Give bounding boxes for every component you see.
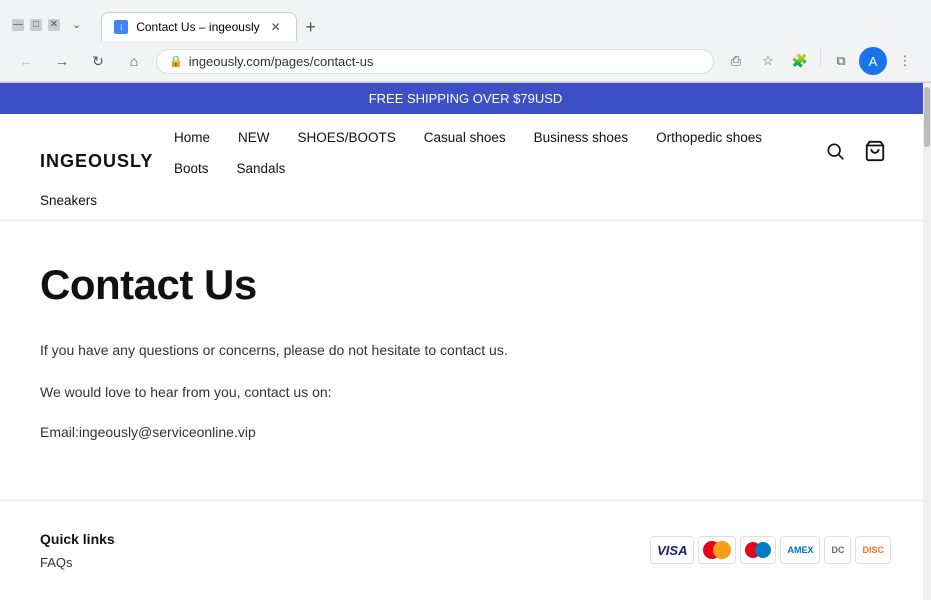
back-button[interactable]: ← [12, 47, 40, 75]
contact-paragraph-1: If you have any questions or concerns, p… [40, 339, 891, 361]
contact-email: Email:ingeously@serviceonline.vip [40, 424, 891, 440]
cart-icon [864, 140, 886, 167]
search-icon [825, 141, 845, 166]
browser-titlebar: — □ ✕ ⌄ i Contact Us – ingeously ✕ + [0, 0, 931, 41]
payment-visa: VISA [650, 536, 694, 564]
payment-amex: AMEX [780, 536, 820, 564]
site-wrapper: FREE SHIPPING OVER $79USD INGEOUSLY Home… [0, 83, 931, 600]
nav-item-home[interactable]: Home [160, 130, 224, 161]
header-icons [819, 137, 891, 185]
main-nav: Home NEW SHOES/BOOTS Casual shoes Busine… [160, 130, 819, 192]
active-tab[interactable]: i Contact Us – ingeously ✕ [101, 12, 296, 41]
nav-row2: Sneakers [40, 192, 891, 220]
home-button[interactable]: ⌂ [120, 47, 148, 75]
new-tab-button[interactable]: + [297, 13, 325, 41]
collapse-icon: ⌄ [72, 18, 81, 31]
promo-bar: FREE SHIPPING OVER $79USD [0, 83, 931, 114]
page-title: Contact Us [40, 261, 891, 309]
payment-mastercard [698, 536, 736, 564]
url-text: ingeously.com/pages/contact-us [189, 54, 701, 69]
tab-bar: i Contact Us – ingeously ✕ + [89, 12, 919, 41]
cart-button[interactable] [859, 137, 891, 169]
payment-maestro [740, 536, 776, 564]
minimize-button[interactable]: — [12, 19, 24, 31]
header-inner: INGEOUSLY Home NEW SHOES/BOOTS Casual sh… [40, 114, 891, 192]
faqs-link[interactable]: FAQs [40, 555, 115, 570]
share-button[interactable]: ⎙ [722, 47, 750, 75]
contact-paragraph-2: We would love to hear from you, contact … [40, 381, 891, 403]
browser-chrome: — □ ✕ ⌄ i Contact Us – ingeously ✕ + ← →… [0, 0, 931, 83]
split-button[interactable]: ⧉ [827, 47, 855, 75]
forward-button[interactable]: → [48, 47, 76, 75]
nav-item-new[interactable]: NEW [224, 130, 284, 161]
maximize-button[interactable]: □ [30, 19, 42, 31]
toolbar-actions: ⎙ ☆ 🧩 ⧉ A ⋮ [722, 47, 919, 75]
nav-item-sneakers[interactable]: Sneakers [40, 193, 111, 224]
main-content: Contact Us If you have any questions or … [0, 221, 931, 500]
profile-button[interactable]: A [859, 47, 887, 75]
scrollbar[interactable] [923, 83, 931, 600]
extensions-button[interactable]: 🧩 [786, 47, 814, 75]
toolbar-divider [820, 47, 821, 67]
site-header: INGEOUSLY Home NEW SHOES/BOOTS Casual sh… [0, 114, 931, 221]
search-button[interactable] [819, 137, 851, 169]
nav-item-sandals[interactable]: Sandals [223, 161, 300, 192]
close-button[interactable]: ✕ [48, 19, 60, 31]
lock-icon: 🔒 [169, 55, 183, 68]
nav-item-orthopedic-shoes[interactable]: Orthopedic shoes [642, 130, 776, 161]
browser-toolbar: ← → ↻ ⌂ 🔒 ingeously.com/pages/contact-us… [0, 41, 931, 82]
address-bar[interactable]: 🔒 ingeously.com/pages/contact-us [156, 49, 714, 74]
mc-yellow-circle [713, 541, 731, 559]
payment-icons: VISA AMEX [650, 536, 891, 564]
window-controls: — □ ✕ [12, 19, 60, 31]
more-menu-button[interactable]: ⋮ [891, 47, 919, 75]
browser-content-area: FREE SHIPPING OVER $79USD INGEOUSLY Home… [0, 83, 931, 600]
reload-button[interactable]: ↻ [84, 47, 112, 75]
scrollbar-thumb[interactable] [924, 87, 930, 147]
nav-item-shoes-boots[interactable]: SHOES/BOOTS [284, 130, 410, 161]
tab-close-button[interactable]: ✕ [268, 19, 284, 35]
quick-links-heading: Quick links [40, 531, 115, 547]
tab-favicon: i [114, 20, 128, 34]
nav-item-casual-shoes[interactable]: Casual shoes [410, 130, 520, 161]
footer-left: Quick links FAQs [40, 531, 115, 570]
nav-item-business-shoes[interactable]: Business shoes [520, 130, 643, 161]
promo-text: FREE SHIPPING OVER $79USD [369, 91, 563, 106]
payment-discover: DISC [855, 536, 891, 564]
tab-title: Contact Us – ingeously [136, 20, 259, 34]
maestro-blue [755, 542, 771, 558]
payment-diners: DC [824, 536, 851, 564]
nav-item-boots[interactable]: Boots [160, 161, 223, 192]
site-logo[interactable]: INGEOUSLY [40, 151, 160, 172]
bookmark-button[interactable]: ☆ [754, 47, 782, 75]
